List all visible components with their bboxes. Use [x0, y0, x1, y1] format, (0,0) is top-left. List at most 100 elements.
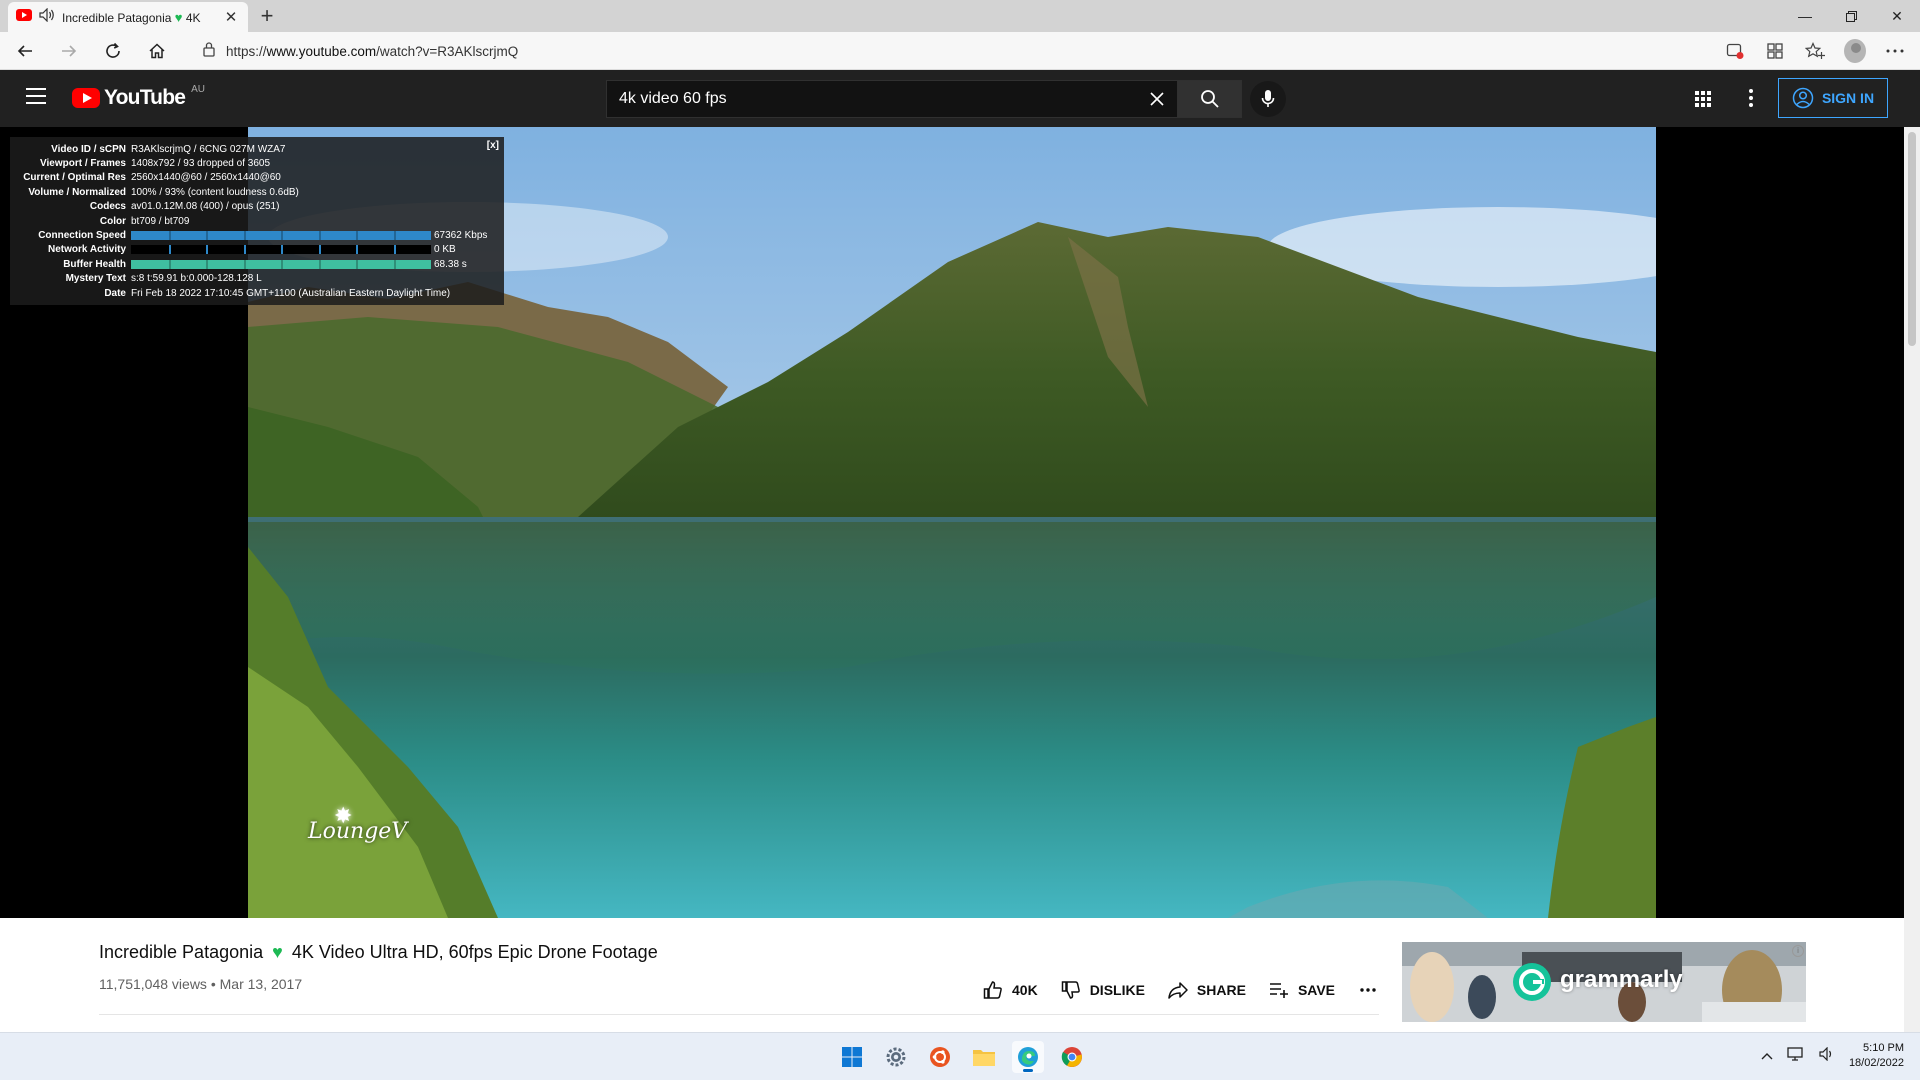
settings-more-icon[interactable]	[1884, 40, 1906, 62]
clock-time: 5:10 PM	[1863, 1042, 1904, 1054]
stats-graph-tick	[356, 231, 358, 241]
tab-strip: Incredible Patagonia ♥ 4K ✕ + — ✕	[0, 0, 1920, 32]
stats-graph-tick	[168, 231, 171, 241]
stats-graph-tick	[318, 231, 321, 241]
like-button[interactable]: 40K	[982, 979, 1038, 1001]
youtube-logo[interactable]: YouTube AU	[72, 83, 206, 110]
minimize-button[interactable]: —	[1782, 0, 1828, 32]
thumbs-down-icon	[1061, 981, 1080, 999]
grammarly-ad-banner[interactable]: grammarly	[1402, 942, 1806, 1022]
home-icon	[149, 42, 165, 58]
address-bar[interactable]: https://www.youtube.com/watch?v=R3AKlscr…	[190, 36, 1690, 66]
settings-gear-icon[interactable]	[880, 1041, 912, 1073]
network-monitor-icon[interactable]	[1787, 1046, 1805, 1067]
stats-graph-tick	[393, 245, 396, 255]
stats-graph-tick	[206, 245, 208, 255]
lock-icon[interactable]	[202, 41, 216, 62]
tab-close-icon[interactable]: ✕	[222, 8, 240, 26]
stats-row: Buffer Health 68.38 s	[10, 257, 504, 271]
taskbar-apps	[836, 1041, 1088, 1073]
account-circle-icon	[1792, 87, 1814, 109]
video-actions: 40K DISLIKE SHARE SAVE	[982, 976, 1401, 1004]
logo-text: YouTube	[104, 86, 186, 109]
ad-info-icon[interactable]: i	[1792, 945, 1804, 957]
stats-label: Codecs	[89, 201, 126, 213]
stats-label: Buffer Health	[63, 258, 126, 270]
chrome-icon[interactable]	[1056, 1041, 1088, 1073]
restore-button[interactable]	[1828, 0, 1874, 32]
youtube-apps-icon[interactable]	[1692, 88, 1714, 110]
publish-date: Mar 13, 2017	[219, 976, 303, 992]
save-button[interactable]: SAVE	[1268, 979, 1335, 1001]
stats-graph-tick	[168, 259, 171, 269]
system-tray: 5:10 PM 18/02/2022	[1761, 1041, 1904, 1071]
volume-speaker-icon[interactable]	[1819, 1046, 1835, 1066]
stats-value: av01.0.12M.08 (400) / opus (251)	[131, 201, 280, 213]
stats-label: Volume / Normalized	[28, 186, 126, 198]
stats-row: Current / Optimal Res 2560x1440@60 / 2560…	[10, 171, 504, 185]
reload-button[interactable]	[94, 35, 132, 67]
search-icon	[1200, 90, 1219, 108]
dislike-button[interactable]: DISLIKE	[1060, 979, 1145, 1001]
stats-row: Connection Speed 67362 Kbps	[10, 228, 504, 242]
voice-search-button[interactable]	[1250, 81, 1286, 117]
browser-tab[interactable]: Incredible Patagonia ♥ 4K ✕	[8, 2, 248, 32]
reload-icon	[106, 42, 120, 58]
search-query-text[interactable]: 4k video 60 fps	[619, 90, 1137, 108]
extensions-icon[interactable]	[1764, 40, 1786, 62]
youtube-favicon-icon	[16, 8, 32, 26]
stats-value: 68.38 s	[434, 258, 467, 270]
stats-label: Color	[99, 215, 126, 227]
stats-graph-tick	[243, 231, 246, 241]
url-text[interactable]: https://www.youtube.com/watch?v=R3AKlscr…	[226, 44, 518, 59]
stats-value: 1408x792 / 93 dropped of 3605	[131, 158, 271, 170]
stats-graph-tick	[281, 245, 283, 255]
share-button[interactable]: SHARE	[1167, 979, 1246, 1001]
show-hidden-icons-chevron-icon[interactable]	[1761, 1047, 1773, 1065]
sign-in-button[interactable]: SIGN IN	[1778, 78, 1888, 118]
video-info-section: Incredible Patagonia ♥ 4K Video Ultra HD…	[0, 918, 1904, 1032]
close-window-button[interactable]: ✕	[1874, 0, 1920, 32]
stats-rows: Video ID / sCPN R3AKlscrjmQ / 6CNG 027M W…	[10, 142, 504, 300]
tracking-prevention-icon[interactable]	[1724, 40, 1746, 62]
hamburger-menu-icon[interactable]	[26, 88, 46, 104]
home-button[interactable]	[138, 35, 176, 67]
stats-value: bt709 / bt709	[131, 215, 190, 227]
stats-graph-bar	[131, 245, 431, 255]
microphone-icon	[1261, 90, 1275, 107]
forward-button[interactable]	[50, 35, 88, 67]
stats-row: Date Fri Feb 18 2022 17:10:45 GMT+1100 (A…	[10, 286, 504, 300]
back-arrow-icon	[17, 44, 32, 57]
search-button[interactable]	[1178, 80, 1242, 118]
edge-browser-icon[interactable]	[1012, 1041, 1044, 1073]
audio-playing-icon[interactable]	[39, 7, 55, 27]
section-divider	[99, 1014, 1379, 1015]
back-button[interactable]	[6, 35, 44, 67]
taskbar-clock[interactable]: 5:10 PM 18/02/2022	[1849, 1041, 1904, 1071]
more-actions-button[interactable]	[1357, 979, 1379, 1001]
scrollbar-thumb[interactable]	[1908, 132, 1916, 346]
settings-kebab-icon[interactable]	[1740, 87, 1762, 109]
file-explorer-icon[interactable]	[968, 1041, 1000, 1073]
clear-search-icon[interactable]	[1137, 81, 1177, 117]
stats-row: Video ID / sCPN R3AKlscrjmQ / 6CNG 027M W…	[10, 142, 504, 156]
windows-start-icon[interactable]	[836, 1041, 868, 1073]
search-input[interactable]: 4k video 60 fps	[606, 80, 1178, 118]
country-code: AU	[191, 83, 206, 95]
toolbar-actions	[1724, 36, 1906, 66]
stats-value: R3AKlscrjmQ / 6CNG 027M WZA7	[131, 143, 286, 155]
stats-close-button[interactable]: [x]	[487, 140, 499, 151]
ubuntu-icon[interactable]	[924, 1041, 956, 1073]
favorites-icon[interactable]	[1804, 40, 1826, 62]
add-to-playlist-icon	[1269, 983, 1288, 998]
new-tab-button[interactable]: +	[254, 3, 280, 29]
stats-graph-tick	[206, 231, 208, 241]
green-heart-icon: ♥	[272, 942, 283, 962]
stats-value: Fri Feb 18 2022 17:10:45 GMT+1100 (Austr…	[131, 287, 451, 299]
stats-row: Mystery Text s:8 t:59.91 b:0.000-128.128 …	[10, 272, 504, 286]
profile-avatar[interactable]	[1844, 39, 1866, 63]
browser-toolbar: https://www.youtube.com/watch?v=R3AKlscr…	[0, 32, 1920, 70]
stats-label: Network Activity	[48, 244, 126, 256]
stats-graph-tick	[168, 245, 171, 255]
video-title: Incredible Patagonia ♥ 4K Video Ultra HD…	[99, 942, 658, 962]
